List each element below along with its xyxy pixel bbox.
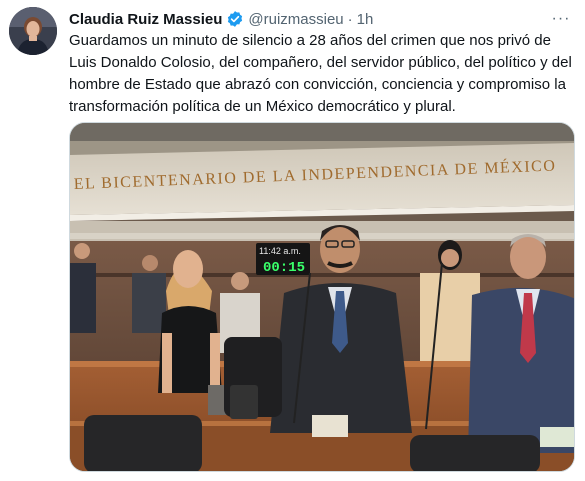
verified-badge-icon [226, 10, 244, 28]
more-options-icon[interactable]: ··· [551, 9, 571, 29]
header-separator: · [347, 10, 353, 28]
tweet-header: Claudia Ruiz Massieu @ruizmassieu · 1h [69, 9, 373, 29]
author-name[interactable]: Claudia Ruiz Massieu [69, 11, 222, 28]
author-avatar[interactable] [9, 7, 57, 55]
author-handle[interactable]: @ruizmassieu [248, 11, 343, 28]
tweet-text: Guardamos un minuto de silencio a 28 año… [69, 32, 572, 115]
tweet[interactable]: Claudia Ruiz Massieu @ruizmassieu · 1h ·… [0, 0, 585, 481]
clock-counter: 00:15 [263, 260, 305, 276]
clock-time: 11:42 a.m. [259, 246, 301, 256]
tweet-timestamp[interactable]: 1h [357, 11, 374, 28]
tweet-photo[interactable]: EL BICENTENARIO DE LA INDEPENDENCIA DE M… [69, 122, 575, 472]
